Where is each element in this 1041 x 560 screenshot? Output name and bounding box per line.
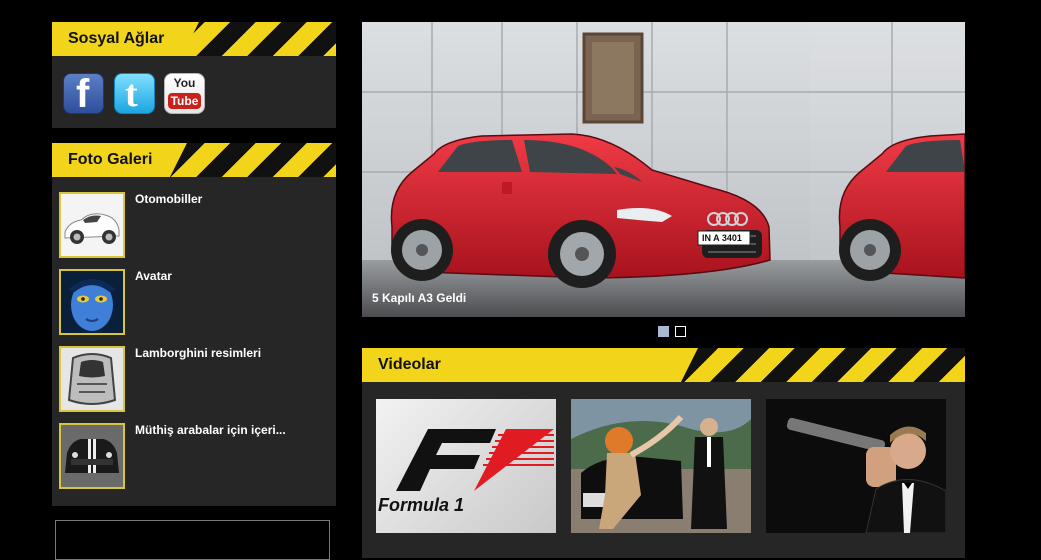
gallery-item-lamborghini[interactable]: Lamborghini resimleri — [59, 346, 359, 416]
twitter-icon[interactable]: t — [114, 73, 155, 115]
sidebar-box-bottom[interactable] — [55, 520, 330, 560]
lamborghini-image — [61, 348, 123, 410]
slider-dot-2[interactable] — [675, 326, 686, 337]
youtube-tube: Tube — [168, 93, 201, 109]
videos-header-title: Videolar — [362, 348, 698, 382]
gallery-item-title[interactable]: Lamborghini resimleri — [135, 346, 261, 360]
gallery-item-avatar[interactable]: Avatar — [59, 269, 359, 339]
formula1-logo-icon: Formula 1 — [378, 429, 554, 515]
gallery-header: Foto Galeri — [52, 143, 336, 177]
gallery-item-otomobiller[interactable]: Otomobiller — [59, 192, 359, 262]
videos-header: Videolar — [362, 348, 965, 382]
gallery-item-title[interactable]: Otomobiller — [135, 192, 202, 206]
car-fashion-scene-image — [571, 399, 751, 533]
gallery-header-title: Foto Galeri — [52, 143, 188, 177]
image-slider[interactable]: IN A 3401 5 Kapılı A3 Geldi — [362, 22, 965, 317]
youtube-you: You — [173, 76, 196, 90]
formula1-text: Formula 1 — [378, 495, 464, 515]
gallery-thumb-car[interactable] — [59, 192, 125, 258]
gallery-thumb-muscle-car[interactable] — [59, 423, 125, 489]
slider-dot-1[interactable] — [658, 326, 669, 337]
formula1-video-thumb[interactable]: Formula 1 — [376, 399, 556, 533]
youtube-icon[interactable]: You Tube — [164, 73, 205, 114]
plate-text: IN A 3401 — [702, 233, 742, 243]
audi-a3-slide-image: IN A 3401 — [362, 22, 965, 317]
gallery-item-muthis-arabalar[interactable]: Müthiş arabalar için içeri... — [59, 423, 359, 493]
james-bond-image — [766, 399, 946, 533]
gallery-item-title[interactable]: Avatar — [135, 269, 172, 283]
gallery-thumb-avatar[interactable] — [59, 269, 125, 335]
facebook-icon[interactable]: f — [63, 72, 104, 116]
white-sports-car-image — [61, 194, 123, 256]
gallery-thumb-lamborghini[interactable] — [59, 346, 125, 412]
james-bond-video-thumb[interactable] — [766, 399, 946, 533]
car-fashion-video-thumb[interactable] — [571, 399, 751, 533]
slide-caption[interactable]: 5 Kapılı A3 Geldi — [372, 291, 466, 305]
gallery-item-title[interactable]: Müthiş arabalar için içeri... — [135, 423, 286, 437]
muscle-car-image — [61, 425, 123, 487]
avatar-face-image — [61, 271, 123, 333]
twitter-glyph: t — [125, 73, 138, 115]
facebook-glyph: f — [76, 72, 90, 116]
social-header: Sosyal Ağlar — [52, 22, 336, 56]
social-header-title: Sosyal Ağlar — [52, 22, 200, 56]
